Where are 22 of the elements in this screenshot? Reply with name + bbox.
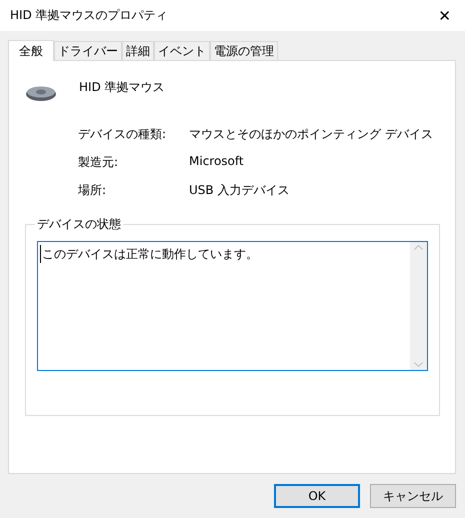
tab[interactable]: ドライバー: [54, 41, 122, 60]
group-legend: デバイスの状態: [35, 216, 123, 233]
property-label: デバイスの種類:: [78, 126, 168, 143]
property-value: Microsoft: [189, 154, 245, 170]
property-value: マウスとそのほかのポインティング デバイス: [189, 126, 434, 143]
tab[interactable]: 詳細: [122, 41, 154, 60]
close-button[interactable]: ✕: [434, 6, 455, 24]
tab[interactable]: 電源の管理: [210, 41, 278, 60]
status-text-area[interactable]: このデバイスは正常に動作しています。: [37, 241, 428, 371]
mouse-icon: [25, 84, 57, 102]
scroll-up-icon[interactable]: [414, 245, 423, 250]
device-name: HID 準拠マウス: [79, 79, 165, 96]
dialog-button[interactable]: キャンセル: [370, 484, 456, 508]
window-title: HID 準拠マウスのプロパティ: [10, 7, 168, 24]
tab[interactable]: イベント: [154, 41, 210, 60]
dialog-button[interactable]: OK: [274, 484, 360, 508]
scroll-bar[interactable]: [410, 242, 427, 370]
property-value: USB 入力デバイス: [189, 182, 290, 199]
scroll-down-icon[interactable]: [414, 362, 423, 367]
property-label: 製造元:: [78, 154, 120, 171]
property-label: 場所:: [78, 182, 108, 199]
tab[interactable]: 全般: [8, 40, 54, 61]
